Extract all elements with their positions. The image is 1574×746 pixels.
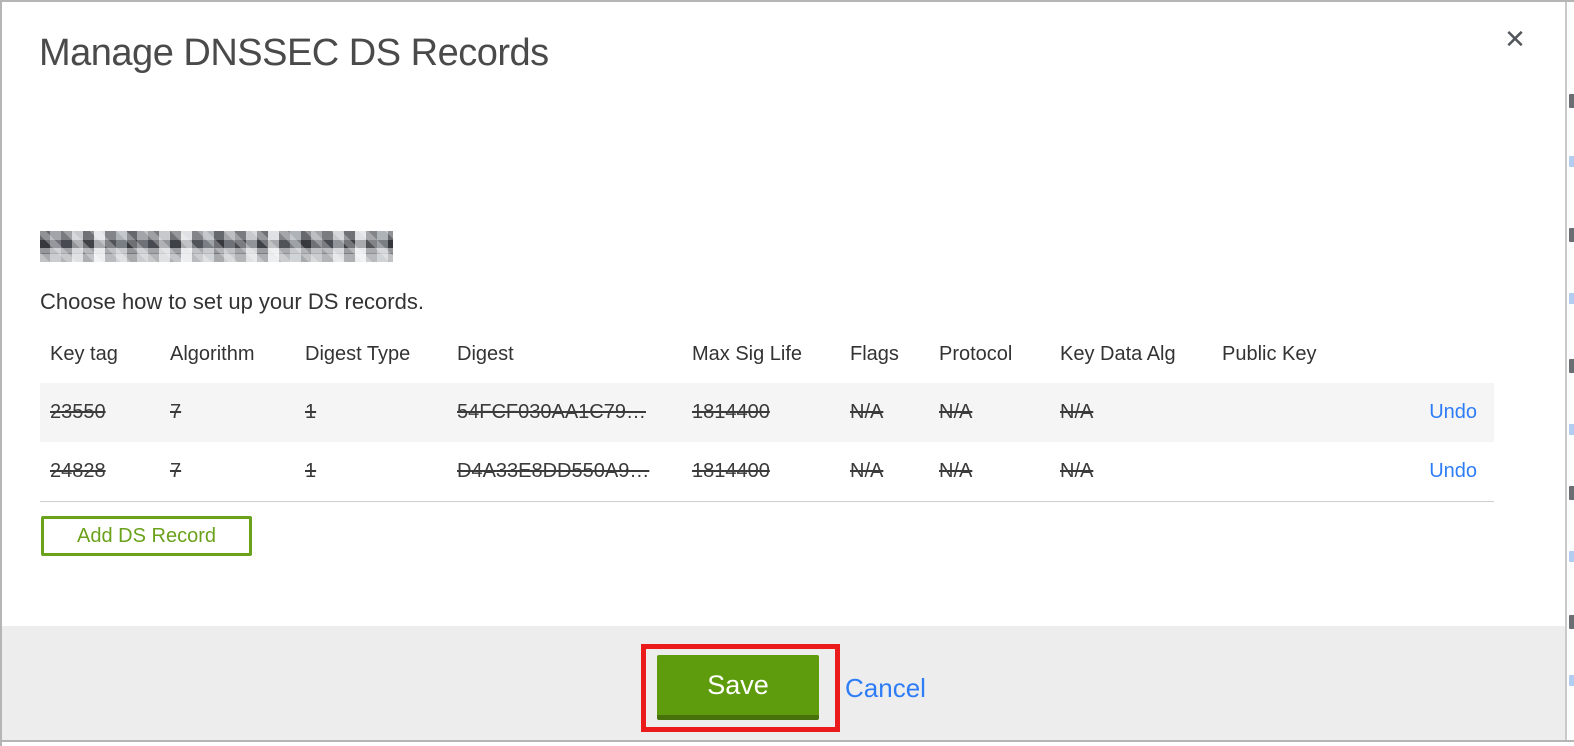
cell-algorithm: 7 <box>170 401 182 423</box>
occluded-page-fragment <box>1569 675 1574 686</box>
table-header-row: Key tag Algorithm Digest Type Digest Max… <box>40 332 1494 383</box>
occluded-page-fragment <box>1569 156 1574 167</box>
col-header-key-data-alg: Key Data Alg <box>1060 343 1176 365</box>
page-title: Manage DNSSEC DS Records <box>39 32 549 74</box>
dnssec-modal-screen: Manage DNSSEC DS Records ✕ Choose how to… <box>0 0 1574 746</box>
occluded-page-fragment <box>1569 94 1574 108</box>
cell-key-data-alg: N/A <box>1060 401 1094 423</box>
occluded-page-fragment <box>1569 615 1574 629</box>
cell-key-tag: 23550 <box>50 401 106 423</box>
occluded-page-fragment <box>1569 293 1574 304</box>
col-header-digest-type: Digest Type <box>305 343 411 365</box>
modal-right-edge <box>1565 2 1567 742</box>
save-button[interactable]: Save <box>657 655 819 720</box>
window-bottom-border <box>2 740 1574 742</box>
cell-key-data-alg: N/A <box>1060 460 1094 482</box>
col-header-key-tag: Key tag <box>50 343 118 365</box>
subtitle-text: Choose how to set up your DS records. <box>40 289 424 314</box>
domain-name-redacted <box>40 231 393 262</box>
occluded-background-page <box>1567 2 1574 742</box>
ds-records-table: Key tag Algorithm Digest Type Digest Max… <box>40 332 1494 502</box>
cell-digest-type: 1 <box>305 460 317 482</box>
cell-algorithm: 7 <box>170 460 182 482</box>
cell-digest: 54FCF030AA1C79… <box>457 401 646 423</box>
table-row: 24828 7 1 D4A33E8DD550A9… 1814400 N/A N/… <box>40 442 1494 502</box>
cell-max-sig-life: 1814400 <box>692 460 770 482</box>
occluded-page-fragment <box>1569 228 1574 242</box>
cell-max-sig-life: 1814400 <box>692 401 770 423</box>
save-button-annotation-highlight: Save <box>641 644 840 732</box>
occluded-page-fragment <box>1569 551 1574 562</box>
table-row: 23550 7 1 54FCF030AA1C79… 1814400 N/A N/… <box>40 383 1494 442</box>
cell-protocol: N/A <box>939 401 973 423</box>
cell-flags: N/A <box>850 460 884 482</box>
modal-footer: Save Cancel <box>2 626 1567 742</box>
col-header-algorithm: Algorithm <box>170 343 255 365</box>
undo-link[interactable]: Undo <box>1429 401 1477 423</box>
cell-flags: N/A <box>850 401 884 423</box>
close-icon[interactable]: ✕ <box>1498 22 1532 56</box>
col-header-protocol: Protocol <box>939 343 1013 365</box>
add-ds-record-button[interactable]: Add DS Record <box>41 516 252 556</box>
occluded-page-fragment <box>1569 424 1574 435</box>
col-header-max-sig-life: Max Sig Life <box>692 343 803 365</box>
cell-key-tag: 24828 <box>50 460 106 482</box>
cancel-link[interactable]: Cancel <box>845 673 926 704</box>
col-header-public-key: Public Key <box>1222 343 1317 365</box>
cell-digest-type: 1 <box>305 401 317 423</box>
col-header-flags: Flags <box>850 343 899 365</box>
occluded-page-fragment <box>1569 486 1574 500</box>
cell-protocol: N/A <box>939 460 973 482</box>
col-header-digest: Digest <box>457 343 514 365</box>
cell-digest: D4A33E8DD550A9… <box>457 460 650 482</box>
undo-link[interactable]: Undo <box>1429 460 1477 482</box>
occluded-page-fragment <box>1569 359 1574 373</box>
